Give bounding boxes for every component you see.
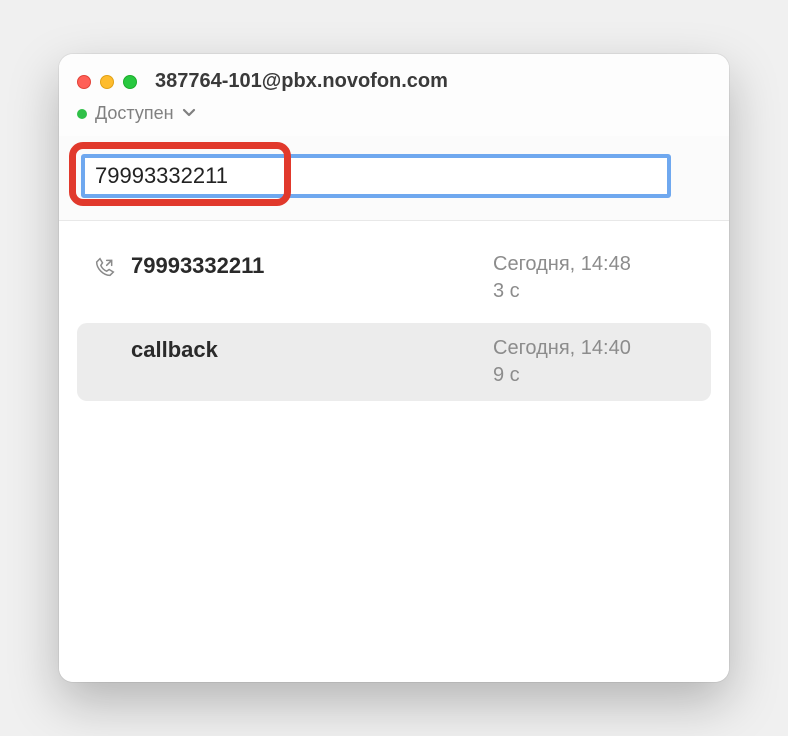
call-name-col: callback [131,337,481,363]
dial-input-wrap [81,154,707,198]
call-meta: Сегодня, 14:40 9 с [493,337,693,387]
dial-input[interactable] [81,154,671,198]
outgoing-call-icon [95,253,119,282]
call-name: 79993332211 [131,253,481,279]
call-time: Сегодня, 14:40 [493,337,693,360]
call-icon-placeholder [95,337,119,341]
call-duration: 3 с [493,280,693,303]
traffic-lights [77,75,137,89]
call-name: callback [131,337,481,363]
app-window: 387764-101@pbx.novofon.com Доступен 7999… [59,54,729,682]
call-name-col: 79993332211 [131,253,481,279]
call-duration: 9 с [493,364,693,387]
call-row[interactable]: callback Сегодня, 14:40 9 с [77,323,711,401]
chevron-down-icon [182,105,196,123]
titlebar: 387764-101@pbx.novofon.com Доступен [59,54,729,136]
title-row: 387764-101@pbx.novofon.com [77,70,711,93]
minimize-window-button[interactable] [100,75,114,89]
call-meta: Сегодня, 14:48 3 с [493,253,693,303]
call-history-list: 79993332211 Сегодня, 14:48 3 с callback … [59,221,729,682]
status-label: Доступен [95,103,174,124]
dial-area [59,136,729,221]
window-title: 387764-101@pbx.novofon.com [155,70,448,93]
maximize-window-button[interactable] [123,75,137,89]
status-dot-icon [77,109,87,119]
call-time: Сегодня, 14:48 [493,253,693,276]
call-row[interactable]: 79993332211 Сегодня, 14:48 3 с [77,239,711,317]
close-window-button[interactable] [77,75,91,89]
status-selector[interactable]: Доступен [77,103,711,124]
